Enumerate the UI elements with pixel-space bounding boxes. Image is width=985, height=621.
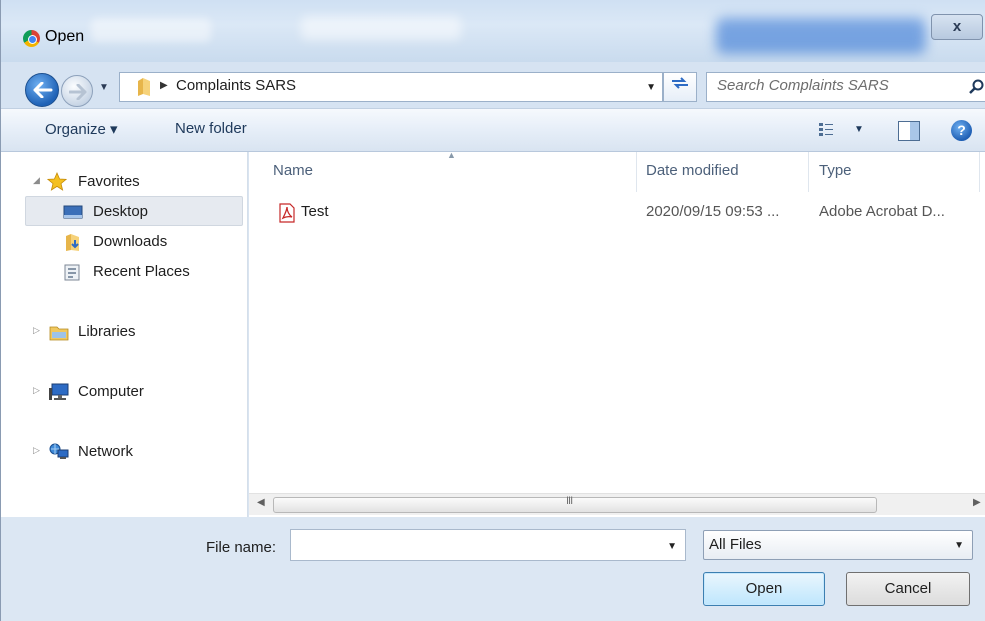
- desktop-icon: [63, 205, 83, 219]
- column-header-type[interactable]: Type: [819, 162, 852, 179]
- collapse-icon[interactable]: ◢: [33, 175, 40, 186]
- navigation-pane: ◢ Favorites Desktop Downloads Recent Pla…: [1, 152, 248, 517]
- change-view-icon[interactable]: [819, 122, 841, 138]
- file-name-label: File name:: [206, 539, 277, 556]
- refresh-button[interactable]: [663, 72, 697, 102]
- refresh-icon: [672, 77, 688, 89]
- nav-item-desktop[interactable]: Desktop: [1, 198, 248, 226]
- star-icon: [47, 172, 67, 191]
- view-options-dropdown-icon[interactable]: ▼: [854, 124, 864, 135]
- organize-button[interactable]: Organize ▾: [45, 120, 118, 138]
- file-name-dropdown-icon[interactable]: ▼: [667, 541, 677, 552]
- file-type-select[interactable]: All Files ▼: [703, 530, 973, 560]
- address-dropdown-icon[interactable]: ▼: [646, 82, 656, 93]
- nav-item-downloads[interactable]: Downloads: [1, 228, 248, 256]
- back-arrow-icon: [33, 82, 53, 98]
- new-folder-button[interactable]: New folder: [175, 120, 247, 137]
- nav-item-computer[interactable]: ▷ Computer: [1, 378, 248, 406]
- file-row[interactable]: Test 2020/09/15 09:53 ... Adobe Acrobat …: [249, 198, 985, 226]
- recent-pages-dropdown-icon[interactable]: ▼: [99, 82, 109, 93]
- expand-icon[interactable]: ▷: [33, 385, 40, 396]
- back-button[interactable]: [25, 73, 59, 107]
- open-button[interactable]: Open: [703, 572, 825, 606]
- downloads-folder-icon: [66, 234, 79, 251]
- chrome-icon: [23, 30, 40, 47]
- scrollbar-thumb[interactable]: III: [273, 495, 877, 513]
- close-button[interactable]: x: [931, 14, 983, 40]
- column-header-name[interactable]: Name: [273, 162, 313, 179]
- recent-places-icon: [64, 264, 80, 281]
- scroll-left-arrow-icon[interactable]: ◀: [257, 497, 265, 508]
- nav-item-libraries[interactable]: ▷ Libraries: [1, 318, 248, 346]
- address-row: ▼ ▶ Complaints SARS ▼: [1, 62, 985, 108]
- file-date-modified: 2020/09/15 09:53 ...: [646, 203, 780, 220]
- preview-pane-icon[interactable]: [898, 121, 920, 141]
- nav-item-recent-places[interactable]: Recent Places: [1, 258, 248, 286]
- file-name: Test: [301, 203, 329, 220]
- libraries-icon: [49, 326, 69, 341]
- file-list: ▲ Name Date modified Type Test 2020/09/1…: [249, 150, 985, 517]
- command-toolbar: Organize ▾ New folder ▼ ?: [1, 108, 985, 152]
- breadcrumb-chevron-icon[interactable]: ▶: [160, 80, 168, 91]
- expand-icon[interactable]: ▷: [33, 325, 40, 336]
- file-name-input[interactable]: [297, 535, 647, 552]
- pdf-icon: [279, 203, 295, 223]
- open-file-dialog: Open x ▼ ▶ Complaints SARS ▼ Organize ▾ …: [0, 0, 985, 621]
- forward-button[interactable]: [61, 75, 93, 107]
- cancel-button[interactable]: Cancel: [846, 572, 970, 606]
- scroll-right-arrow-icon[interactable]: ▶: [973, 497, 981, 508]
- search-box[interactable]: [706, 72, 985, 102]
- file-type-dropdown-icon: ▼: [954, 540, 964, 551]
- breadcrumb-current-folder[interactable]: Complaints SARS: [176, 77, 296, 94]
- nav-item-network[interactable]: ▷ Network: [1, 438, 248, 466]
- expand-icon[interactable]: ▷: [33, 445, 40, 456]
- window-title: Open: [45, 28, 85, 45]
- forward-arrow-icon: [69, 84, 87, 100]
- scrollbar-grip: III: [566, 495, 573, 507]
- network-icon: [49, 443, 69, 459]
- nav-item-favorites[interactable]: ◢ Favorites: [1, 168, 248, 196]
- file-type-value: All Files: [709, 536, 762, 553]
- address-bar[interactable]: ▶ Complaints SARS ▼: [119, 72, 663, 102]
- column-header-date-modified[interactable]: Date modified: [646, 162, 739, 179]
- folder-icon: [138, 78, 150, 96]
- search-icon[interactable]: [969, 79, 985, 95]
- horizontal-scrollbar[interactable]: ◀ III ▶: [249, 493, 985, 515]
- title-bar: Open x: [1, 0, 985, 62]
- file-type: Adobe Acrobat D...: [819, 203, 945, 220]
- sort-ascending-icon: ▲: [447, 150, 456, 160]
- dialog-footer: File name: ▼ All Files ▼ Open Cancel: [1, 517, 985, 621]
- help-icon[interactable]: ?: [951, 120, 972, 141]
- search-input[interactable]: [717, 77, 947, 94]
- file-name-combobox[interactable]: ▼: [290, 529, 686, 561]
- computer-icon: [49, 383, 69, 400]
